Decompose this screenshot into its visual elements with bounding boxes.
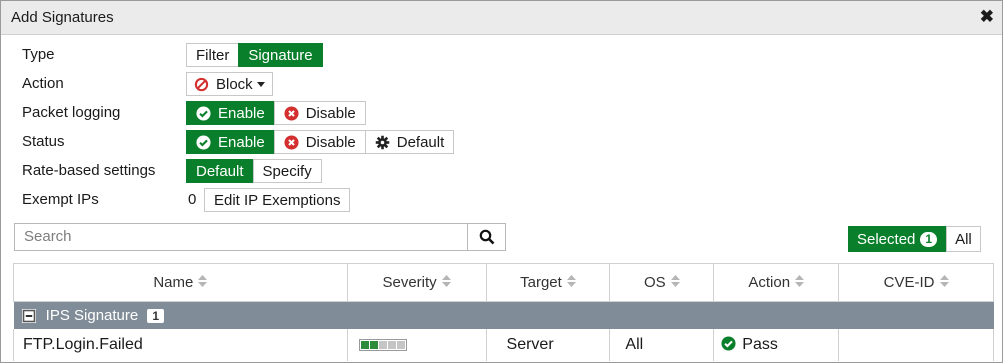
rate-based-specify-label: Specify xyxy=(262,162,312,180)
selected-filter-label: Selected xyxy=(857,230,916,248)
cell-action: Pass xyxy=(713,329,840,361)
severity-segment xyxy=(387,340,396,349)
severity-segment xyxy=(360,340,369,349)
action-dropdown[interactable]: Block xyxy=(186,72,273,96)
type-toggle: Filter Signature xyxy=(186,43,323,67)
search-button[interactable] xyxy=(467,224,505,250)
selected-filter-button[interactable]: Selected 1 xyxy=(848,226,947,252)
status-disable-option[interactable]: Disable xyxy=(273,130,366,154)
exempt-ips-count: 0 xyxy=(188,191,197,208)
signatures-table: Name Severity Target OS Action CVE-ID IP… xyxy=(13,263,994,361)
cell-os: All xyxy=(609,329,715,361)
sort-icon xyxy=(795,274,805,291)
cell-target: Server xyxy=(485,329,611,361)
status-label: Status xyxy=(22,133,65,150)
status-toggle: Enable Disable Default xyxy=(186,130,455,154)
column-action-label: Action xyxy=(748,273,791,291)
column-target-label: Target xyxy=(520,273,562,291)
severity-segment xyxy=(396,340,405,349)
rate-based-default-option[interactable]: Default xyxy=(186,159,254,183)
check-circle-icon xyxy=(196,134,211,150)
dialog-titlebar: Add Signatures ✖ xyxy=(1,1,1002,35)
packet-logging-enable-label: Enable xyxy=(218,104,265,122)
search-box xyxy=(14,223,506,251)
search-icon xyxy=(479,229,495,245)
close-icon[interactable]: ✖ xyxy=(980,7,994,27)
group-header-row[interactable]: IPS Signature 1 xyxy=(13,301,994,329)
sort-icon xyxy=(939,274,949,291)
sort-icon xyxy=(441,274,451,291)
sort-icon xyxy=(566,274,576,291)
status-default-label: Default xyxy=(396,133,445,151)
edit-ip-exemptions-label: Edit IP Exemptions xyxy=(214,191,341,209)
edit-ip-exemptions-button[interactable]: Edit IP Exemptions xyxy=(204,188,351,212)
dialog-title: Add Signatures xyxy=(11,9,114,26)
sort-icon xyxy=(198,274,208,291)
block-icon xyxy=(194,77,209,92)
x-circle-icon xyxy=(284,134,299,150)
column-header-severity[interactable]: Severity xyxy=(346,263,487,302)
chevron-down-icon xyxy=(256,81,265,87)
group-count-badge: 1 xyxy=(147,309,165,323)
action-value: Block xyxy=(216,75,253,93)
rate-based-toggle: Default Specify xyxy=(186,159,322,183)
packet-logging-toggle: Enable Disable xyxy=(186,101,366,125)
column-header-os[interactable]: OS xyxy=(609,263,715,302)
gear-icon xyxy=(375,135,390,150)
rate-based-label: Rate-based settings xyxy=(22,162,156,179)
type-filter-label: Filter xyxy=(196,46,230,64)
sort-icon xyxy=(670,274,680,291)
packet-logging-label: Packet logging xyxy=(22,104,121,121)
status-default-option[interactable]: Default xyxy=(364,130,455,154)
action-label: Action xyxy=(22,75,64,92)
table-row[interactable]: FTP.Login.Failed Server All Pass xyxy=(13,329,994,361)
packet-logging-disable-label: Disable xyxy=(305,104,356,122)
cell-name: FTP.Login.Failed xyxy=(13,329,348,361)
column-header-action[interactable]: Action xyxy=(713,263,840,302)
add-signatures-dialog: Add Signatures ✖ Type Filter Signature A… xyxy=(0,0,1003,363)
severity-segment xyxy=(369,340,378,349)
column-severity-label: Severity xyxy=(382,273,437,291)
group-label: IPS Signature xyxy=(45,307,139,324)
exempt-ips-control: Edit IP Exemptions xyxy=(204,188,351,212)
column-os-label: OS xyxy=(644,273,666,291)
status-disable-label: Disable xyxy=(305,133,356,151)
status-enable-option[interactable]: Enable xyxy=(186,130,275,154)
rate-based-specify-option[interactable]: Specify xyxy=(252,159,322,183)
status-enable-label: Enable xyxy=(218,133,265,151)
action-pass-label: Pass xyxy=(742,336,778,353)
cell-severity xyxy=(346,329,487,361)
column-name-label: Name xyxy=(153,273,194,291)
cell-cve-id xyxy=(838,329,994,361)
all-filter-label: All xyxy=(955,230,972,248)
type-signature-label: Signature xyxy=(248,46,313,64)
type-label: Type xyxy=(22,46,55,63)
search-input[interactable] xyxy=(15,224,474,248)
column-header-target[interactable]: Target xyxy=(485,263,611,302)
column-cve-id-label: CVE-ID xyxy=(883,273,935,291)
check-circle-icon xyxy=(196,105,211,121)
severity-meter xyxy=(358,338,407,351)
rate-based-default-label: Default xyxy=(196,162,244,180)
severity-bar xyxy=(360,340,405,349)
severity-segment xyxy=(378,340,387,349)
action-dropdown-button[interactable]: Block xyxy=(186,72,273,96)
column-header-cve-id[interactable]: CVE-ID xyxy=(838,263,994,302)
table-header-row: Name Severity Target OS Action CVE-ID xyxy=(13,263,994,302)
type-filter-option[interactable]: Filter xyxy=(186,43,240,67)
selection-filter: Selected 1 All xyxy=(848,226,981,252)
group-header-cell: IPS Signature 1 xyxy=(13,301,994,329)
x-circle-icon xyxy=(284,105,299,121)
type-signature-option[interactable]: Signature xyxy=(238,43,323,67)
collapse-icon[interactable] xyxy=(21,309,36,324)
packet-logging-disable-option[interactable]: Disable xyxy=(273,101,366,125)
packet-logging-enable-option[interactable]: Enable xyxy=(186,101,275,125)
column-header-name[interactable]: Name xyxy=(13,263,348,302)
pass-check-icon xyxy=(721,336,736,351)
all-filter-button[interactable]: All xyxy=(946,226,981,252)
exempt-ips-label: Exempt IPs xyxy=(22,191,99,208)
selected-count-badge: 1 xyxy=(920,231,938,247)
